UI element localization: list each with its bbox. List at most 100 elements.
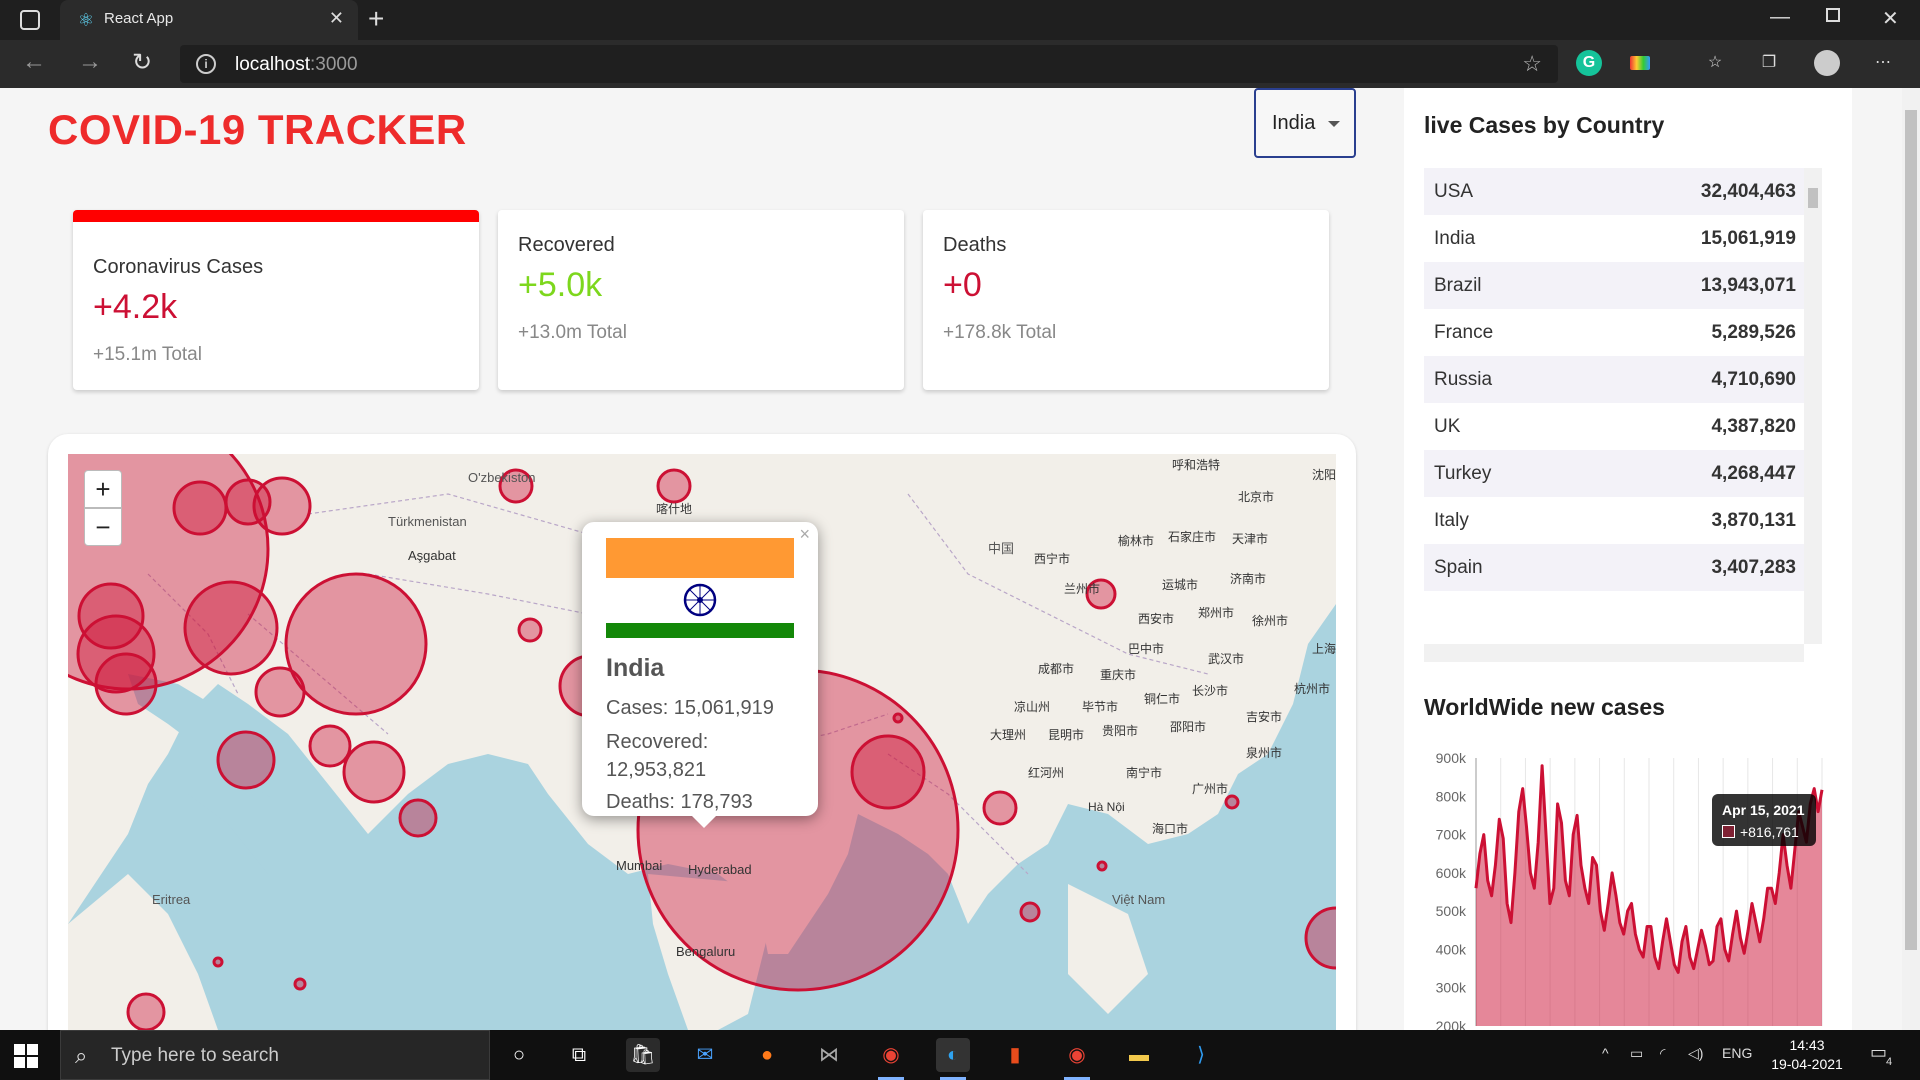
country-popup: × India Cases: 15,061,919 Recovered: 12,… — [582, 522, 818, 828]
address-bar[interactable]: i localhost:3000 ☆ — [180, 45, 1558, 83]
tab-actions-icon[interactable] — [20, 10, 40, 30]
refresh-icon[interactable]: ↻ — [132, 48, 152, 77]
map-label: 成都市 — [1038, 662, 1075, 676]
extension-icon[interactable] — [1630, 56, 1650, 70]
card-total: +15.1m Total — [93, 344, 202, 365]
forward-icon[interactable]: → — [78, 48, 102, 76]
map-label: Bengaluru — [676, 944, 736, 959]
new-cases-chart[interactable]: 200k 300k 400k 500k 600k 700k 800k 900k — [1404, 736, 1852, 1030]
clock-time: 14:43 — [1789, 1037, 1825, 1053]
y-tick-label: 700k — [1436, 827, 1467, 843]
page-scrollbar[interactable] — [1902, 88, 1920, 1030]
map-label: 徐州市 — [1252, 614, 1289, 628]
card-label: Deaths — [943, 234, 1007, 256]
close-window-icon[interactable]: ✕ — [1882, 6, 1899, 31]
map-label: 吉安市 — [1246, 710, 1283, 724]
app-page: COVID-19 TRACKER India Coronavirus Cases… — [0, 88, 1920, 1030]
table-row: UK 4,387,820 — [1424, 403, 1804, 450]
recovered-card[interactable]: Recovered +5.0k +13.0m Total — [498, 210, 904, 390]
battery-icon[interactable]: ▭ — [1630, 1045, 1643, 1062]
search-icon: ⌕ — [75, 1043, 88, 1068]
map-label: 邵阳市 — [1170, 720, 1207, 734]
address-row: ← → ↻ i localhost:3000 ☆ G ☆ ❐ ⋯ — [0, 40, 1920, 88]
clock[interactable]: 14:43 19-04-2021 — [1762, 1036, 1852, 1074]
map-label: 喀什地 — [656, 502, 693, 516]
windows-taskbar: ⌕ Type here to search ○ ⧉ 🛍 ✉ ● ⋈ ◉ ◐ ▮ … — [0, 1030, 1920, 1080]
profile-avatar[interactable] — [1814, 50, 1840, 76]
clock-date: 19-04-2021 — [1771, 1056, 1843, 1072]
close-popup-icon[interactable]: × — [799, 524, 810, 545]
cases-card[interactable]: Coronavirus Cases +4.2k +15.1m Total — [73, 210, 479, 390]
map-label: 呼和浩特 — [1172, 458, 1221, 472]
chart-tooltip: Apr 15, 2021 +816,761 — [1712, 794, 1816, 846]
chrome-icon[interactable]: ◉ — [874, 1038, 908, 1080]
map-label: 西安市 — [1138, 612, 1175, 626]
cortana-icon[interactable]: ○ — [502, 1038, 536, 1072]
table-row: France 5,289,526 — [1424, 309, 1804, 356]
country-name: Brazil — [1434, 275, 1482, 296]
volume-icon[interactable]: ◁) — [1688, 1045, 1703, 1062]
country-cases: 13,943,071 — [1700, 275, 1796, 296]
office-icon[interactable]: ▮ — [998, 1038, 1032, 1072]
more-menu-icon[interactable]: ⋯ — [1870, 50, 1896, 76]
back-icon[interactable]: ← — [22, 48, 46, 76]
map-label: Mumbai — [616, 858, 663, 873]
mail-icon[interactable]: ✉ — [688, 1038, 722, 1072]
zoom-out-button[interactable]: − — [84, 508, 122, 546]
chrome-profile-icon[interactable]: ◉ — [1060, 1038, 1094, 1080]
vscode-icon[interactable]: ⟩ — [1184, 1038, 1218, 1072]
popup-deaths: Deaths: 178,793 — [606, 791, 753, 813]
map-label: 济南市 — [1230, 572, 1267, 586]
tab-title: React App — [104, 10, 174, 27]
new-tab-icon[interactable]: + — [368, 4, 384, 34]
search-placeholder: Type here to search — [111, 1045, 279, 1066]
table-scrollbar[interactable] — [1804, 168, 1822, 644]
country-cases: 4,268,447 — [1711, 463, 1796, 484]
edge-icon[interactable]: ◐ — [936, 1038, 970, 1080]
map-label: 中国 — [988, 541, 1015, 556]
task-view-icon[interactable]: ⧉ — [562, 1038, 596, 1072]
deaths-card[interactable]: Deaths +0 +178.8k Total — [923, 210, 1329, 390]
favorites-icon[interactable]: ☆ — [1702, 50, 1728, 76]
country-table[interactable]: USA 32,404,463 India 15,061,919 Brazil 13,943… — [1424, 168, 1804, 592]
map-label: 天津市 — [1232, 532, 1269, 546]
maximize-icon[interactable] — [1826, 8, 1840, 22]
tooltip-date: Apr 15, 2021 — [1722, 802, 1805, 818]
y-tick-label: 400k — [1436, 941, 1467, 957]
map-label: Hà Nội — [1088, 800, 1125, 814]
minimize-icon[interactable]: — — [1770, 6, 1790, 29]
add-favorite-icon[interactable]: ☆ — [1522, 51, 1542, 77]
table-row: India 15,061,919 — [1424, 215, 1804, 262]
grammarly-icon[interactable]: G — [1576, 50, 1602, 76]
map-label: 铜仁市 — [1144, 692, 1181, 706]
site-info-icon[interactable]: i — [196, 54, 216, 74]
app-title: COVID-19 TRACKER — [48, 106, 467, 153]
card-value: +4.2k — [93, 288, 178, 326]
close-tab-icon[interactable]: ✕ — [329, 8, 344, 29]
predator-icon[interactable]: ⋈ — [812, 1038, 846, 1072]
wifi-icon[interactable]: ◜ — [1660, 1045, 1665, 1062]
chart-title: WorldWide new cases — [1424, 694, 1665, 720]
show-hidden-icon[interactable]: ^ — [1602, 1045, 1609, 1061]
map-label: 西宁市 — [1034, 552, 1071, 566]
country-dropdown[interactable]: India — [1254, 88, 1356, 158]
file-explorer-icon[interactable]: ▬ — [1122, 1038, 1156, 1072]
map-label: 运城市 — [1162, 578, 1199, 592]
browser-tab[interactable]: ⚛ React App ✕ — [60, 0, 358, 40]
card-total: +178.8k Total — [943, 322, 1057, 343]
table-row: Turkey 4,268,447 — [1424, 450, 1804, 497]
windows-start-icon[interactable] — [14, 1044, 38, 1068]
taskbar-search[interactable]: ⌕ Type here to search — [60, 1030, 490, 1080]
notification-icon[interactable]: ▭ — [1870, 1042, 1887, 1063]
firefox-icon[interactable]: ● — [750, 1038, 784, 1072]
zoom-in-button[interactable]: + — [84, 470, 122, 508]
table-hscrollbar[interactable] — [1424, 644, 1804, 662]
map-label: 凉山州 — [1014, 700, 1051, 714]
map-label: 广州市 — [1192, 782, 1229, 796]
map-label: 榆林市 — [1118, 534, 1155, 548]
language-indicator[interactable]: ENG — [1722, 1045, 1752, 1061]
store-icon[interactable]: 🛍 — [626, 1038, 660, 1072]
collections-icon[interactable]: ❐ — [1756, 50, 1782, 76]
map-label: 兰州市 — [1064, 582, 1101, 596]
table-row: Russia 4,710,690 — [1424, 356, 1804, 403]
